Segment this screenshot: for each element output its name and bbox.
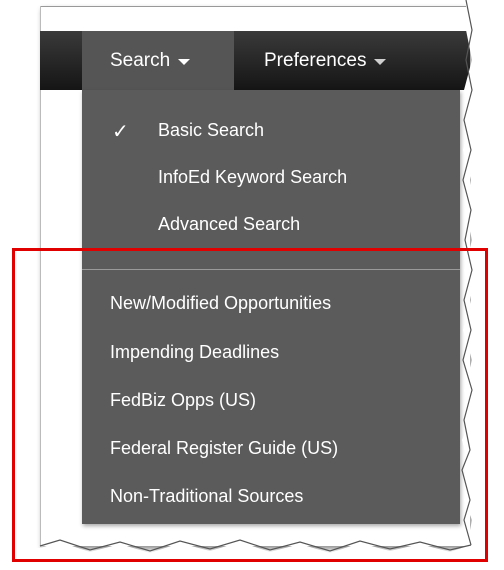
menu-item-new-modified-opportunities[interactable]: New/Modified Opportunities	[82, 283, 460, 323]
search-menu-label: Search	[110, 49, 171, 71]
menu-item-label: FedBiz Opps (US)	[110, 389, 257, 410]
menu-item-label: Advanced Search	[158, 213, 301, 234]
chevron-down-icon	[178, 58, 191, 65]
menu-item-label: Basic Search	[158, 119, 265, 140]
menu-item-basic-search[interactable]: ✓ Basic Search	[82, 110, 460, 150]
search-dropdown-menu: ✓ Basic Search InfoEd Keyword Search Adv…	[82, 90, 460, 524]
top-border	[40, 6, 470, 7]
menu-item-label: Federal Register Guide (US)	[110, 437, 339, 458]
preferences-menu-label: Preferences	[264, 49, 367, 71]
chevron-down-icon	[374, 58, 387, 65]
menu-item-fedbiz-opps[interactable]: FedBiz Opps (US)	[82, 380, 460, 420]
search-menu-tab[interactable]: Search	[82, 31, 234, 90]
menu-item-non-traditional-sources[interactable]: Non-Traditional Sources	[82, 476, 460, 516]
menu-item-federal-register-guide[interactable]: Federal Register Guide (US)	[82, 428, 460, 468]
preferences-menu-tab[interactable]: Preferences	[248, 31, 448, 90]
menu-item-label: InfoEd Keyword Search	[158, 166, 348, 187]
menu-item-infoed-keyword-search[interactable]: InfoEd Keyword Search	[82, 157, 460, 197]
screenshot-paper: Search Preferences ✓ Basic Search InfoEd…	[40, 6, 470, 546]
menu-item-label: New/Modified Opportunities	[110, 292, 332, 313]
menu-item-impending-deadlines[interactable]: Impending Deadlines	[82, 332, 460, 372]
menu-divider	[82, 269, 460, 270]
menu-item-advanced-search[interactable]: Advanced Search	[82, 204, 460, 244]
checkmark-icon: ✓	[112, 121, 129, 143]
menu-item-label: Impending Deadlines	[110, 341, 280, 362]
menu-item-label: Non-Traditional Sources	[110, 485, 304, 506]
menubar: Search Preferences	[40, 31, 470, 90]
